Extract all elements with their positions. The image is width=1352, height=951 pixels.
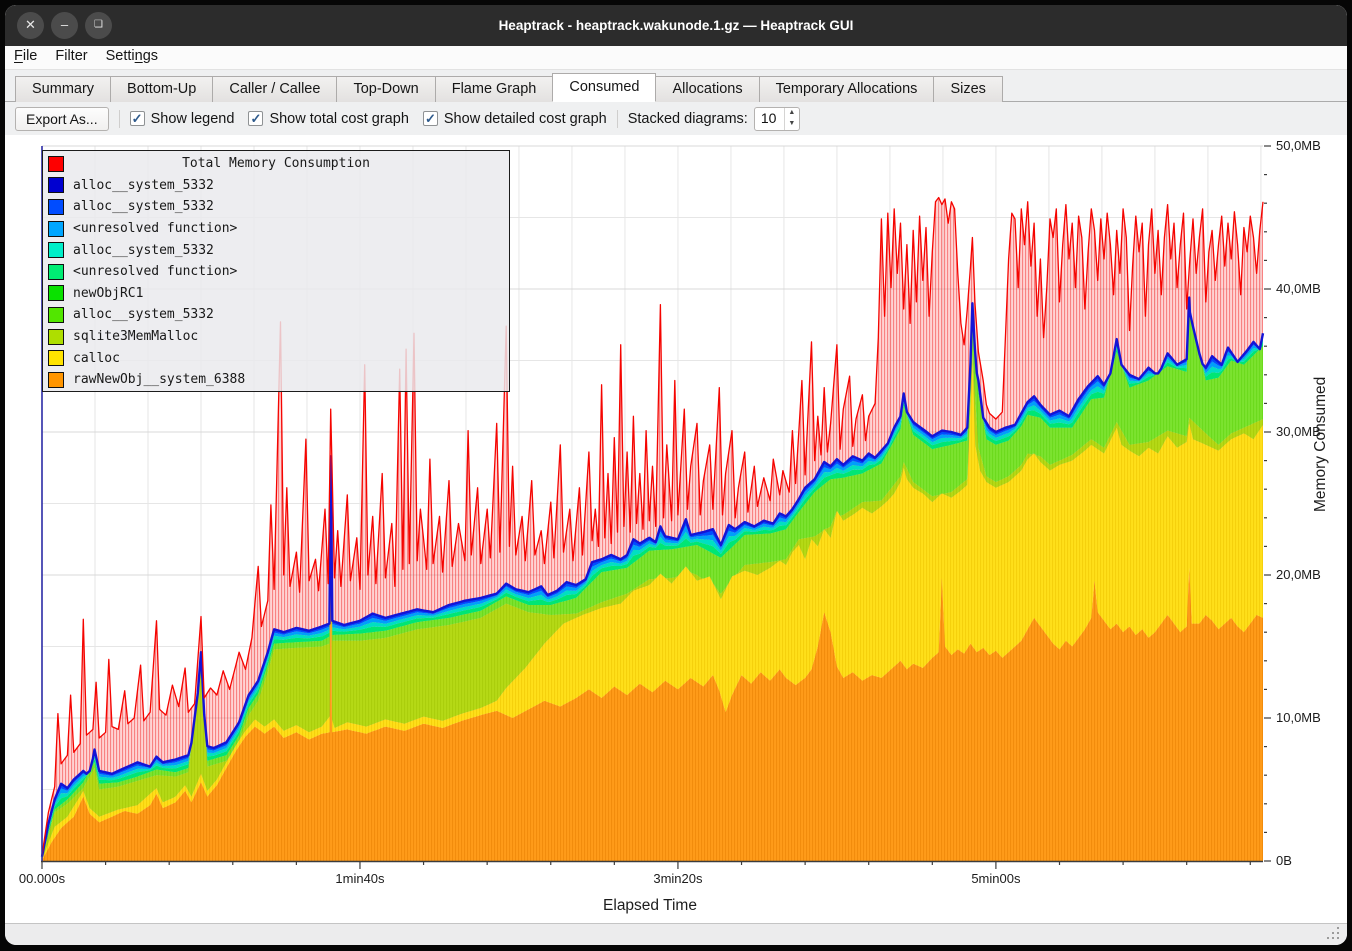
- checkbox-label: Show total cost graph: [269, 111, 408, 127]
- y-tick-label: 50,0MB: [1276, 138, 1346, 153]
- legend-item: Total Memory Consumption: [43, 153, 509, 175]
- x-tick-label: 5min00s: [951, 871, 1041, 886]
- window-title: Heaptrack - heaptrack.wakunode.1.gz — He…: [5, 5, 1347, 46]
- legend-item: rawNewObj__system_6388: [43, 369, 509, 391]
- y-tick-label: 20,0MB: [1276, 567, 1346, 582]
- checkbox-show-detailed-cost-graph[interactable]: ✓ Show detailed cost graph: [423, 111, 607, 127]
- status-bar: [5, 923, 1347, 945]
- legend-label: calloc: [73, 351, 120, 366]
- x-tick-label: 00.000s: [5, 871, 87, 886]
- y-tick-label: 10,0MB: [1276, 710, 1346, 725]
- export-as-button[interactable]: Export As...: [15, 107, 109, 131]
- tab-flame-graph[interactable]: Flame Graph: [435, 76, 553, 103]
- resize-grip[interactable]: [1327, 927, 1341, 941]
- checkbox-check-icon[interactable]: ✓: [130, 111, 145, 126]
- legend-item: alloc__system_5332: [43, 196, 509, 218]
- legend-item: newObjRC1: [43, 283, 509, 305]
- legend-color-swatch: [48, 285, 64, 301]
- toolbar: Export As... ✓ Show legend ✓ Show total cos…: [5, 102, 1347, 135]
- tab-bottom-up[interactable]: Bottom-Up: [110, 76, 212, 103]
- menu-bar: FileFilterSettings: [5, 46, 1347, 70]
- checkbox-check-icon[interactable]: ✓: [423, 111, 438, 126]
- legend-color-swatch: [48, 329, 64, 345]
- tab-bar: SummaryBottom-UpCaller / CalleeTop-DownF…: [5, 70, 1347, 102]
- tab-temporary-allocations[interactable]: Temporary Allocations: [759, 76, 934, 103]
- legend-item: <unresolved function>: [43, 261, 509, 283]
- menu-item-filter[interactable]: Filter: [46, 46, 96, 66]
- legend-label: alloc__system_5332: [73, 307, 214, 322]
- y-tick-label: 40,0MB: [1276, 281, 1346, 296]
- tab-consumed[interactable]: Consumed: [552, 73, 656, 102]
- toolbar-separator: [119, 110, 120, 128]
- legend-color-swatch: [48, 264, 64, 280]
- chart-legend: Total Memory Consumption alloc__system_53…: [42, 150, 510, 392]
- y-tick-label: 30,0MB: [1276, 424, 1346, 439]
- legend-item: alloc__system_5332: [43, 175, 509, 197]
- checkbox-check-icon[interactable]: ✓: [248, 111, 263, 126]
- stacked-diagrams-value[interactable]: 10: [755, 108, 784, 130]
- tab-sizes[interactable]: Sizes: [933, 76, 1002, 103]
- tab-top-down[interactable]: Top-Down: [336, 76, 434, 103]
- y-tick-label: 0B: [1276, 853, 1346, 868]
- tab-allocations[interactable]: Allocations: [656, 76, 758, 103]
- checkbox-show-total-cost-graph[interactable]: ✓ Show total cost graph: [248, 111, 408, 127]
- memory-consumption-chart[interactable]: Total Memory Consumption alloc__system_53…: [5, 135, 1347, 923]
- legend-label: <unresolved function>: [73, 221, 237, 236]
- menu-item-settings[interactable]: Settings: [97, 46, 167, 66]
- legend-label: alloc__system_5332: [73, 243, 214, 258]
- legend-color-swatch: [48, 199, 64, 215]
- x-axis-title: Elapsed Time: [400, 897, 900, 915]
- legend-item: alloc__system_5332: [43, 239, 509, 261]
- checkbox-label: Show legend: [151, 111, 235, 127]
- legend-color-swatch: [48, 177, 64, 193]
- menu-item-file[interactable]: File: [5, 46, 46, 66]
- legend-label: newObjRC1: [73, 286, 143, 301]
- toolbar-separator: [617, 110, 618, 128]
- tab-summary[interactable]: Summary: [15, 76, 110, 103]
- legend-item: alloc__system_5332: [43, 304, 509, 326]
- checkbox-show-legend[interactable]: ✓ Show legend: [130, 111, 235, 127]
- legend-color-swatch: [48, 307, 64, 323]
- legend-label: alloc__system_5332: [73, 178, 214, 193]
- x-tick-label: 3min20s: [633, 871, 723, 886]
- legend-color-swatch: [48, 350, 64, 366]
- checkbox-label: Show detailed cost graph: [444, 111, 607, 127]
- stacked-diagrams-label: Stacked diagrams:: [628, 111, 748, 127]
- x-tick-label: 1min40s: [315, 871, 405, 886]
- legend-label: Total Memory Consumption: [43, 156, 509, 171]
- tab-caller-callee[interactable]: Caller / Callee: [212, 76, 336, 103]
- legend-item: calloc: [43, 347, 509, 369]
- y-axis-title: Memory Consumed: [1312, 492, 1330, 512]
- title-bar[interactable]: ✕ – ❏ Heaptrack - heaptrack.wakunode.1.g…: [5, 5, 1347, 46]
- stacked-diagrams-spinner[interactable]: 10 ▲ ▼: [754, 107, 800, 131]
- spinner-down-icon[interactable]: ▼: [785, 119, 799, 130]
- app-window: ✕ – ❏ Heaptrack - heaptrack.wakunode.1.g…: [5, 5, 1347, 945]
- legend-item: sqlite3MemMalloc: [43, 326, 509, 348]
- legend-color-swatch: [48, 221, 64, 237]
- legend-item: <unresolved function>: [43, 218, 509, 240]
- legend-color-swatch: [48, 242, 64, 258]
- legend-label: sqlite3MemMalloc: [73, 329, 198, 344]
- legend-label: rawNewObj__system_6388: [73, 372, 245, 387]
- legend-color-swatch: [48, 372, 64, 388]
- spinner-up-icon[interactable]: ▲: [785, 108, 799, 119]
- legend-label: <unresolved function>: [73, 264, 237, 279]
- legend-label: alloc__system_5332: [73, 199, 214, 214]
